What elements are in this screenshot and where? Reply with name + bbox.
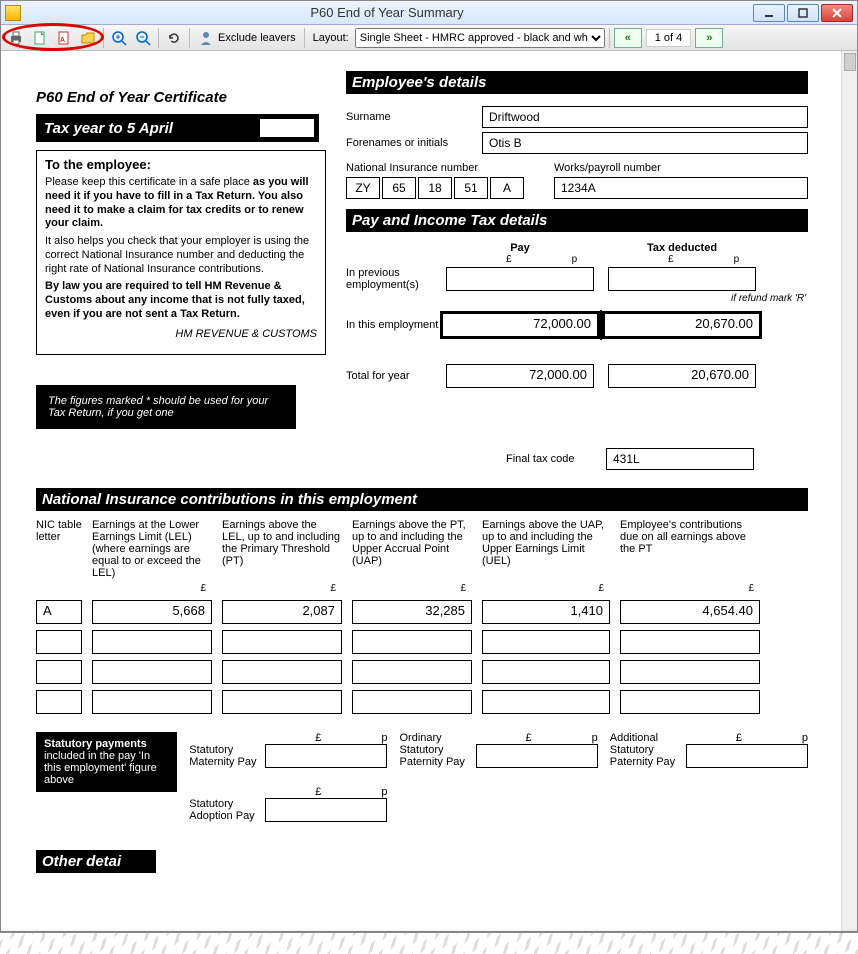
svg-text:A: A <box>60 37 65 44</box>
payroll-label: Works/payroll number <box>554 162 808 174</box>
person-icon <box>198 30 214 46</box>
nic-col-3: Earnings above the PT, up to and includi… <box>352 519 472 579</box>
nic-col-1: Earnings at the Lower Earnings Limit (LE… <box>92 519 212 579</box>
sap-box <box>265 798 387 822</box>
new-page-icon[interactable] <box>29 27 51 49</box>
smp-box <box>265 744 387 768</box>
surname-label: Surname <box>346 111 474 123</box>
forenames-label: Forenames or initials <box>346 137 474 149</box>
total-pay: 72,000.00 <box>446 364 594 388</box>
prev-empl-label: In previous employment(s) <box>346 267 446 291</box>
next-page-button[interactable]: » <box>695 28 723 48</box>
hmrc-signature: HM REVENUE & CUSTOMS <box>45 328 317 340</box>
forenames-value: Otis B <box>482 132 808 154</box>
minimize-button[interactable] <box>753 4 785 22</box>
zoom-out-icon[interactable] <box>132 27 154 49</box>
payroll-value: 1234A <box>554 177 808 199</box>
nic-row-3 <box>36 660 808 684</box>
statutory-payments-block: Statutory payments included in the pay '… <box>36 732 177 792</box>
star-note: The figures marked * should be used for … <box>36 385 296 429</box>
pay-col-label: Pay <box>446 242 594 254</box>
prev-tax <box>608 267 756 291</box>
aspp-box <box>686 744 808 768</box>
zoom-in-icon[interactable] <box>108 27 130 49</box>
window-title: P60 End of Year Summary <box>21 5 753 20</box>
nic-letter: A <box>36 600 82 624</box>
employee-details-heading: Employee's details <box>346 71 808 94</box>
this-pay: 72,000.00 <box>443 314 597 336</box>
tax-year-value-box <box>259 118 315 138</box>
sap-label: Statutory Adoption Pay <box>189 798 259 822</box>
nic-col-5: Employee's contributions due on all earn… <box>620 519 760 579</box>
p60-page: P60 End of Year Certificate Tax year to … <box>26 61 818 931</box>
first-page-button[interactable]: « <box>614 28 642 48</box>
refund-note: if refund mark 'R' <box>346 293 806 304</box>
ni-number: ZY 65 18 51 A <box>346 177 524 199</box>
aspp-label: Additional Statutory Paternity Pay <box>610 732 680 768</box>
close-button[interactable] <box>821 4 853 22</box>
surname-value: Driftwood <box>482 106 808 128</box>
final-code-label: Final tax code <box>506 453 606 465</box>
nic-col-0: NIC table letter <box>36 519 82 579</box>
layout-select[interactable]: Single Sheet - HMRC approved - black and… <box>355 28 605 48</box>
pay-tax-heading: Pay and Income Tax details <box>346 209 808 232</box>
other-details-partial: Other detai <box>36 850 156 873</box>
page-indicator: 1 of 4 <box>646 29 692 47</box>
taxded-col-label: Tax deducted <box>608 242 756 254</box>
this-empl-label: In this employment <box>346 319 440 331</box>
nic-heading: National Insurance contributions in this… <box>36 488 808 511</box>
ospp-label: Ordinary Statutory Paternity Pay <box>400 732 470 768</box>
print-icon[interactable] <box>5 27 27 49</box>
layout-label: Layout: <box>313 32 349 44</box>
nic-row-1: A 5,668 2,087 32,285 1,410 4,654.40 <box>36 600 808 624</box>
pdf-icon[interactable]: A <box>53 27 75 49</box>
vertical-scrollbar[interactable] <box>841 51 857 931</box>
ni-label: National Insurance number <box>346 162 524 174</box>
titlebar: P60 End of Year Summary <box>1 1 857 25</box>
exclude-leavers-label: Exclude leavers <box>218 32 296 44</box>
refresh-icon[interactable] <box>163 27 185 49</box>
folder-icon[interactable] <box>77 27 99 49</box>
to-employee-heading: To the employee: <box>45 157 317 172</box>
nic-row-2 <box>36 630 808 654</box>
final-code-value: 431L <box>606 448 754 470</box>
torn-edge-decoration <box>0 932 858 954</box>
smp-label: Statutory Maternity Pay <box>189 744 259 768</box>
toolbar: A Exclude leavers Layout: Single Sheet -… <box>1 25 857 51</box>
exclude-leavers-button[interactable]: Exclude leavers <box>194 30 300 46</box>
maximize-button[interactable] <box>787 4 819 22</box>
nic-col-2: Earnings above the LEL, up to and includ… <box>222 519 342 579</box>
total-tax: 20,670.00 <box>608 364 756 388</box>
tax-year-banner: Tax year to 5 April <box>36 114 319 142</box>
nic-row-4 <box>36 690 808 714</box>
document-viewport: P60 End of Year Certificate Tax year to … <box>1 51 857 931</box>
app-icon <box>5 5 21 21</box>
this-tax: 20,670.00 <box>605 314 759 336</box>
total-year-label: Total for year <box>346 370 446 382</box>
tax-year-label: Tax year to 5 April <box>44 120 173 137</box>
nic-col-4: Earnings above the UAP, up to and includ… <box>482 519 610 579</box>
doc-title: P60 End of Year Certificate <box>36 89 326 106</box>
ospp-box <box>476 744 598 768</box>
prev-pay <box>446 267 594 291</box>
to-employee-box: To the employee: Please keep this certif… <box>36 150 326 355</box>
